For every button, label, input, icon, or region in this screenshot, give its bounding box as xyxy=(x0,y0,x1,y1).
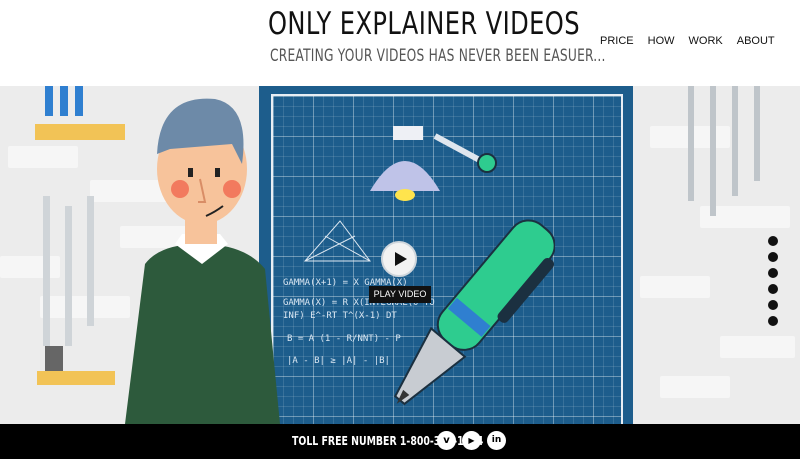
nav-item-price[interactable]: PRICE xyxy=(600,35,634,47)
formula-line: B = A (1 - R/NNT) - P xyxy=(287,334,401,344)
wrench-rack-illustration xyxy=(37,196,115,385)
youtube-icon[interactable]: ▶ xyxy=(462,431,481,450)
vimeo-icon[interactable]: v xyxy=(437,431,456,450)
site-header: ONLY EXPLAINER VIDEOS CREATING YOUR VIDE… xyxy=(0,0,800,86)
slide-indicator xyxy=(768,236,778,332)
play-icon xyxy=(395,252,407,266)
slide-dot[interactable] xyxy=(768,268,778,278)
character-illustration xyxy=(125,98,280,424)
site-tagline: CREATING YOUR VIDEOS HAS NEVER BEEN EASU… xyxy=(270,46,606,66)
slide-dot[interactable] xyxy=(768,236,778,246)
screwdriver-shelf-illustration xyxy=(35,86,125,140)
nav-item-how[interactable]: HOW xyxy=(648,35,675,47)
formula-line: |A - B| ≥ |A| - |B| xyxy=(287,356,390,366)
formula-line: INF) E^-RT T^(X-1) DT xyxy=(283,311,397,321)
slide-dot[interactable] xyxy=(768,316,778,326)
wrench-wall-illustration xyxy=(688,86,760,216)
site-title[interactable]: ONLY EXPLAINER VIDEOS xyxy=(268,6,580,42)
slide-dot[interactable] xyxy=(768,284,778,294)
slide-dot[interactable] xyxy=(768,300,778,310)
main-nav: PRICE HOW WORK ABOUT xyxy=(600,35,789,47)
nav-item-about[interactable]: ABOUT xyxy=(737,35,775,47)
site-footer: TOLL FREE NUMBER 1-800-361-1384 v ▶ in xyxy=(0,424,800,459)
triangle-sketch xyxy=(303,220,371,262)
slide-dot[interactable] xyxy=(768,252,778,262)
desk-lamp-illustration xyxy=(370,126,497,201)
play-video-button[interactable] xyxy=(381,241,417,277)
nav-item-work[interactable]: WORK xyxy=(689,35,723,47)
play-video-label[interactable]: PLAY VIDEO xyxy=(369,286,431,303)
linkedin-icon[interactable]: in xyxy=(487,431,506,450)
